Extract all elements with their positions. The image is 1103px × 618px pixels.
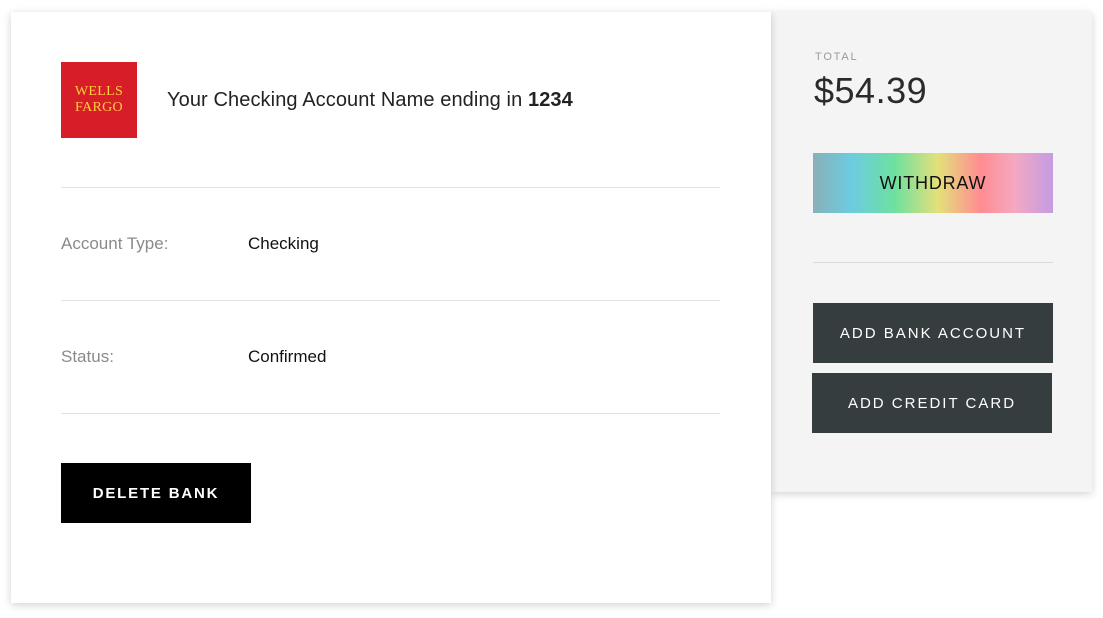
logo-text-line1: WELLS (74, 84, 124, 99)
total-label: TOTAL (815, 51, 859, 63)
account-title: Your Checking Account Name ending in 123… (167, 89, 573, 112)
status-label: Status: (61, 347, 114, 366)
divider-account-type (61, 300, 720, 301)
status-value: Confirmed (248, 347, 327, 366)
total-amount: $54.39 (814, 70, 928, 111)
delete-bank-button[interactable]: DELETE BANK (61, 463, 251, 523)
account-type-row: Account Type: Checking (61, 232, 720, 256)
bank-header: WELLS FARGO Your Checking Account Name e… (61, 62, 720, 188)
account-type-value: Checking (248, 234, 319, 253)
divider-header (61, 187, 720, 188)
account-last4: 1234 (527, 89, 573, 111)
bank-details-card: WELLS FARGO Your Checking Account Name e… (11, 12, 771, 603)
status-row: Status: Confirmed (61, 345, 720, 369)
summary-divider (813, 262, 1053, 263)
account-title-text: Your Checking Account Name ending in (167, 89, 528, 111)
withdraw-button[interactable]: WITHDRAW (813, 153, 1053, 213)
divider-status (61, 413, 720, 414)
add-credit-card-button[interactable]: ADD CREDIT CARD (812, 373, 1052, 433)
wells-fargo-logo-icon: WELLS FARGO (61, 62, 137, 138)
account-type-label: Account Type: (61, 234, 169, 253)
add-bank-account-button[interactable]: ADD BANK ACCOUNT (813, 303, 1053, 363)
account-summary-panel: TOTAL $54.39 WITHDRAW ADD BANK ACCOUNT A… (771, 12, 1092, 492)
logo-text-line2: FARGO (75, 100, 123, 115)
bank-account-page: TOTAL $54.39 WITHDRAW ADD BANK ACCOUNT A… (0, 0, 1103, 618)
